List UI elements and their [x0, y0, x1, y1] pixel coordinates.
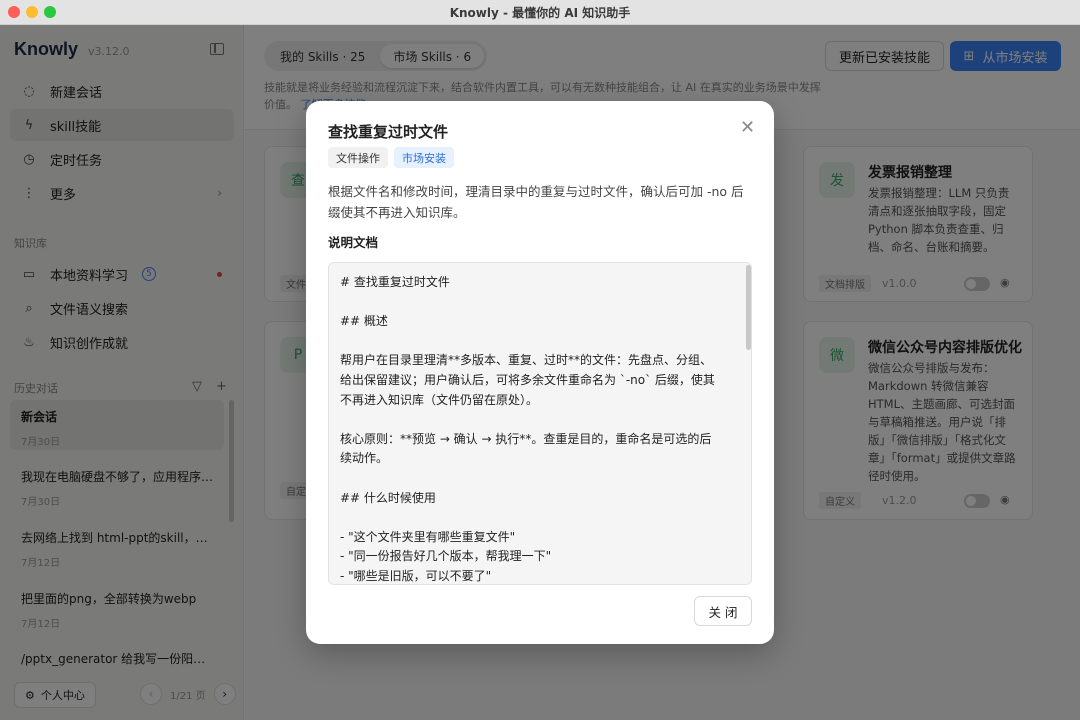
- zoom-window-button[interactable]: [44, 6, 56, 18]
- modal-title: 查找重复过时文件: [328, 123, 449, 141]
- doc-line: - "这个文件夹里有哪些重复文件": [340, 529, 516, 544]
- window-title: Knowly - 最懂你的 AI 知识助手: [449, 5, 631, 20]
- minimize-window-button[interactable]: [26, 6, 38, 18]
- close-button[interactable]: 关 闭: [694, 596, 752, 626]
- skill-detail-modal: 查找重复过时文件 ✕ 文件操作 市场安装 根据文件名和修改时间，理清目录中的重复…: [306, 101, 774, 644]
- window-controls: [8, 6, 56, 18]
- modal-description: 根据文件名和修改时间，理清目录中的重复与过时文件，确认后可加 -no 后缀使其不…: [328, 184, 744, 220]
- doc-line: 帮用户在目录里理清**多版本、重复、过时**的文件：先盘点、分组、给出保留建议；…: [340, 353, 715, 407]
- doc-line: [340, 469, 720, 489]
- close-icon[interactable]: ✕: [740, 117, 755, 138]
- doc-line: [340, 332, 720, 352]
- doc-line: ## 概述: [340, 314, 388, 329]
- doc-content: # 查找重复过时文件 ## 概述 帮用户在目录里理清**多版本、重复、过时**的…: [340, 273, 720, 584]
- window-titlebar: Knowly - 最懂你的 AI 知识助手: [0, 0, 1080, 25]
- doc-viewer[interactable]: # 查找重复过时文件 ## 概述 帮用户在目录里理清**多版本、重复、过时**的…: [328, 262, 752, 585]
- doc-line: # 查找重复过时文件: [340, 275, 450, 289]
- category-tag: 文件操作: [328, 147, 388, 168]
- source-tag: 市场安装: [394, 147, 454, 168]
- doc-line: - "同一份报告好几个版本，帮我理一下": [340, 549, 552, 564]
- doc-line: [340, 508, 720, 528]
- doc-label: 说明文档: [328, 235, 379, 250]
- doc-line: 核心原则：**预览 → 确认 → 执行**。查重是目的，重命名是可选的后续动作。: [340, 431, 712, 466]
- doc-line: - "哪些是旧版，可以不要了": [340, 568, 492, 583]
- doc-scrollbar[interactable]: [746, 265, 751, 350]
- doc-line: ## 什么时候使用: [340, 490, 436, 505]
- doc-line: [340, 410, 720, 430]
- doc-line: [340, 293, 720, 313]
- close-window-button[interactable]: [8, 6, 20, 18]
